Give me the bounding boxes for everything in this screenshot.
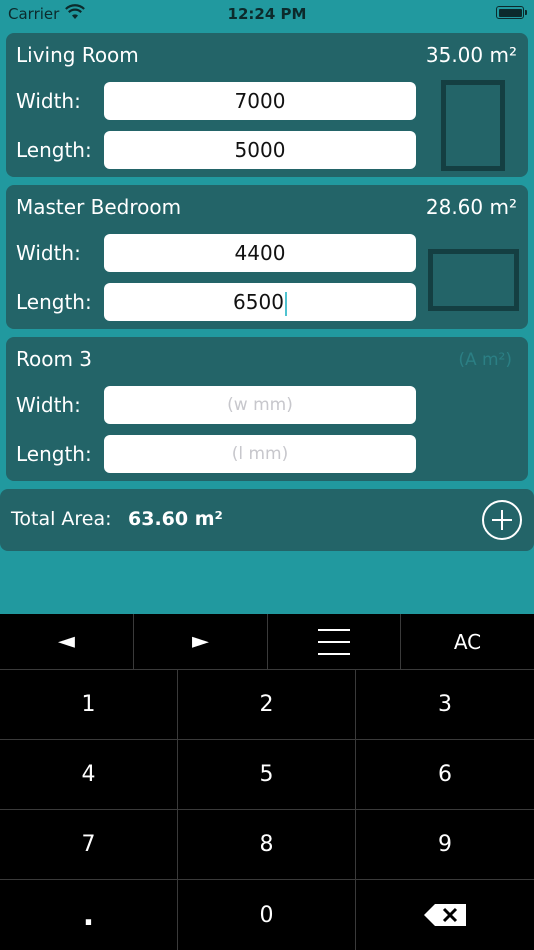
room-card-master-bedroom: Master Bedroom 28.60 m² Width: 4400 Leng… xyxy=(6,185,528,329)
key-2[interactable]: 2 xyxy=(178,670,356,740)
key-6[interactable]: 6 xyxy=(356,740,534,810)
width-input[interactable]: 4400 xyxy=(104,234,416,272)
width-label: Width: xyxy=(16,393,81,417)
clock: 12:24 PM xyxy=(227,5,307,23)
room-area: 35.00 m² xyxy=(425,43,517,67)
clear-all-key[interactable]: AC xyxy=(401,614,534,670)
room-card-room-3: Room 3 (A m²) Width: (w mm) Length: (l m… xyxy=(6,337,528,481)
battery-icon xyxy=(496,6,527,19)
width-input[interactable]: (w mm) xyxy=(104,386,416,424)
room-card-living-room: Living Room 35.00 m² Width: 7000 Length:… xyxy=(6,33,528,177)
status-bar: Carrier 12:24 PM xyxy=(0,0,534,28)
room-area: 28.60 m² xyxy=(425,195,517,219)
room-area-placeholder: (A m²) xyxy=(458,350,512,370)
width-input[interactable]: 7000 xyxy=(104,82,416,120)
key-0[interactable]: 0 xyxy=(178,880,356,950)
total-area-bar: Total Area: 63.60 m² xyxy=(0,489,534,551)
key-9[interactable]: 9 xyxy=(356,810,534,880)
total-area-value: 63.60 m² xyxy=(128,508,223,530)
cursor-left-key[interactable]: ◄ xyxy=(0,614,134,670)
length-input[interactable]: 5000 xyxy=(104,131,416,169)
length-label: Length: xyxy=(16,442,92,466)
length-label: Length: xyxy=(16,290,92,314)
backspace-icon[interactable] xyxy=(356,880,534,950)
key-7[interactable]: 7 xyxy=(0,810,178,880)
cursor-right-key[interactable]: ► xyxy=(134,614,268,670)
width-label: Width: xyxy=(16,241,81,265)
text-cursor xyxy=(284,291,287,316)
key-8[interactable]: 8 xyxy=(178,810,356,880)
room-name[interactable]: Master Bedroom xyxy=(16,195,181,219)
width-label: Width: xyxy=(16,89,81,113)
key-4[interactable]: 4 xyxy=(0,740,178,810)
total-area-label: Total Area: xyxy=(11,508,112,530)
room-shape-preview xyxy=(441,80,505,171)
length-label: Length: xyxy=(16,138,92,162)
length-value: 6500 xyxy=(233,290,284,314)
key-decimal[interactable]: . xyxy=(0,880,178,950)
key-3[interactable]: 3 xyxy=(356,670,534,740)
menu-icon[interactable] xyxy=(268,614,401,670)
numeric-keypad: ◄ ► AC 1 2 3 4 5 6 7 8 9 . 0 xyxy=(0,614,534,950)
key-1[interactable]: 1 xyxy=(0,670,178,740)
add-room-button[interactable] xyxy=(482,500,522,540)
room-shape-preview xyxy=(428,249,519,311)
key-5[interactable]: 5 xyxy=(178,740,356,810)
length-input[interactable]: (l mm) xyxy=(104,435,416,473)
room-name[interactable]: Living Room xyxy=(16,43,139,67)
room-name[interactable]: Room 3 xyxy=(16,347,92,371)
length-input[interactable]: 6500 xyxy=(104,283,416,321)
